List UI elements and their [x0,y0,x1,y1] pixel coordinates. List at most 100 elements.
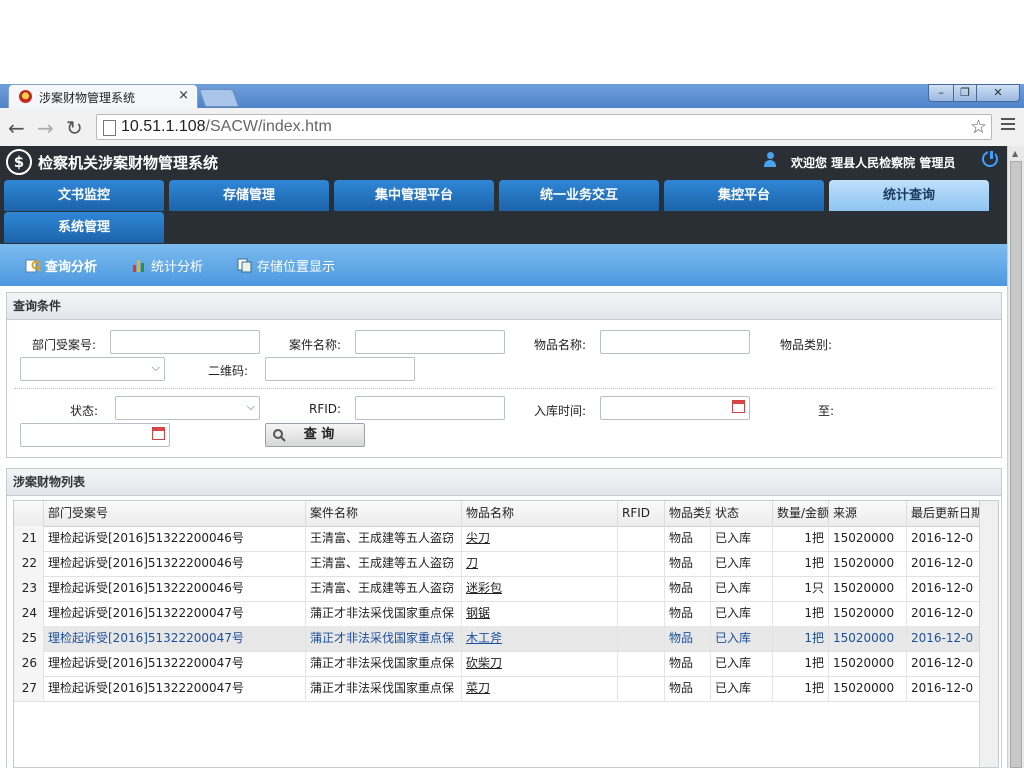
menu-tab-central-platform[interactable]: 集中管理平台 [334,180,494,211]
table-row[interactable]: 21 理检起诉受[2016]51322200046号 王清富、王成建等五人盗窃 … [14,526,980,552]
rfid-cell [618,601,665,626]
table-row[interactable]: 26 理检起诉受[2016]51322200047号 蒲正才非法采伐国家重点保 … [14,651,980,677]
column-header-source[interactable]: 来源 [829,501,907,526]
menu-tab-central-control[interactable]: 集控平台 [664,180,824,211]
forward-arrow-icon[interactable]: → [37,116,54,140]
browser-tab[interactable]: 涉案财物管理系统 × [8,84,198,108]
row-number: 23 [14,576,44,601]
rfid-cell [618,626,665,651]
quantity-cell: 1把 [773,676,829,701]
status-cell: 已入库 [711,551,773,576]
scrollbar-thumb[interactable] [1010,161,1022,768]
back-arrow-icon[interactable]: ← [8,116,25,140]
item-name-link[interactable]: 尖刀 [462,526,618,551]
case-name-cell: 王清富、王成建等五人盗窃 [306,526,462,551]
rfid-cell [618,526,665,551]
menu-tab-statistics-query[interactable]: 统计查询 [829,180,989,211]
column-header-item-type[interactable]: 物品类别 [665,501,711,526]
list-panel-title: 涉案财物列表 [7,469,1001,496]
status-cell: 已入库 [711,601,773,626]
item-type-select[interactable]: ⌵ [20,357,165,381]
row-number: 27 [14,676,44,701]
status-select[interactable]: ⌵ [115,396,260,420]
column-header-last-updated[interactable]: 最后更新日期 [907,501,980,526]
address-url: 10.51.1.108/SACW/index.htm [121,118,332,135]
item-name-link[interactable]: 砍柴刀 [462,651,618,676]
row-number-header [14,501,44,526]
calendar-icon[interactable] [152,427,165,440]
quantity-cell: 1把 [773,551,829,576]
bookmark-star-icon[interactable]: ☆ [970,116,987,138]
case-name-input[interactable] [355,330,505,354]
case-name-cell: 蒲正才非法采伐国家重点保 [306,676,462,701]
column-header-rfid[interactable]: RFID [618,501,665,526]
close-window-button[interactable]: ✕ [976,84,1020,102]
source-cell: 15020000 [829,626,907,651]
item-type-cell: 物品 [665,651,711,676]
item-name-link[interactable]: 钢锯 [462,601,618,626]
table-row[interactable]: 23 理检起诉受[2016]51322200046号 王清富、王成建等五人盗窃 … [14,576,980,602]
table-row[interactable]: 22 理检起诉受[2016]51322200046号 王清富、王成建等五人盗窃 … [14,551,980,577]
minimize-window-button[interactable]: – [928,84,954,102]
table-row-selected[interactable]: 25 理检起诉受[2016]51322200047号 蒲正才非法采伐国家重点保 … [14,626,980,652]
column-header-quantity[interactable]: 数量/金额 [773,501,829,526]
query-panel-title: 查询条件 [7,293,1001,320]
case-no-cell: 理检起诉受[2016]51322200046号 [44,576,306,601]
to-label: 至: [818,404,835,418]
status-cell: 已入库 [711,526,773,551]
in-time-end-input[interactable] [20,423,170,447]
item-name-link[interactable]: 木工斧 [462,626,618,651]
item-name-link[interactable]: 迷彩包 [462,576,618,601]
item-name-link[interactable]: 刀 [462,551,618,576]
browser-tab-strip: 涉案财物管理系统 × – ❐ ✕ [0,84,1024,108]
logout-power-icon[interactable] [982,149,998,167]
item-name-input[interactable] [600,330,750,354]
new-tab-button[interactable] [198,89,240,107]
case-no-cell: 理检起诉受[2016]51322200047号 [44,626,306,651]
case-no-cell: 理检起诉受[2016]51322200046号 [44,551,306,576]
item-type-cell: 物品 [665,601,711,626]
column-header-case-no[interactable]: 部门受案号 [44,501,306,526]
rfid-label: RFID: [309,402,342,416]
menu-tab-storage-management[interactable]: 存储管理 [169,180,329,211]
subnav-storage-location[interactable]: 存储位置显示 [237,256,335,275]
item-name-link[interactable]: 菜刀 [462,676,618,701]
table-scrollbar[interactable] [979,501,998,767]
case-no-cell: 理检起诉受[2016]51322200047号 [44,601,306,626]
table-row[interactable]: 24 理检起诉受[2016]51322200047号 蒲正才非法采伐国家重点保 … [14,601,980,627]
column-header-case-name[interactable]: 案件名称 [306,501,462,526]
subnav-query-analysis[interactable]: 查询分析 [25,256,97,275]
qrcode-input[interactable] [265,357,415,381]
case-name-cell: 王清富、王成建等五人盗窃 [306,576,462,601]
source-cell: 15020000 [829,526,907,551]
main-menu: 文书监控 存储管理 集中管理平台 统一业务交互 集控平台 统计查询 系统管理 [0,178,1008,244]
scroll-up-arrow-icon[interactable]: ▲ [1012,149,1018,158]
rfid-input[interactable] [355,396,505,420]
site-emblem-icon [19,90,32,103]
rfid-cell [618,551,665,576]
table-row[interactable]: 27 理检起诉受[2016]51322200047号 蒲正才非法采伐国家重点保 … [14,676,980,702]
item-type-cell: 物品 [665,626,711,651]
browser-menu-icon[interactable] [1001,118,1015,133]
calendar-icon[interactable] [732,400,745,413]
subnav-statistics-analysis[interactable]: 统计分析 [131,256,203,275]
menu-tab-system-management[interactable]: 系统管理 [4,212,164,243]
case-name-cell: 蒲正才非法采伐国家重点保 [306,651,462,676]
column-header-item-name[interactable]: 物品名称 [462,501,618,526]
address-bar[interactable]: 10.51.1.108/SACW/index.htm ☆ [96,114,992,140]
app-header: $ 检察机关涉案财物管理系统 欢迎您 理县人民检察院 管理员 [0,146,1008,178]
close-tab-icon[interactable]: × [178,88,189,103]
reload-icon[interactable]: ↻ [66,116,83,140]
in-time-start-input[interactable] [600,396,750,420]
menu-tab-business-interaction[interactable]: 统一业务交互 [499,180,659,211]
menu-tab-document-monitor[interactable]: 文书监控 [4,180,164,211]
case-no-input[interactable] [110,330,260,354]
column-header-status[interactable]: 状态 [711,501,773,526]
query-button[interactable]: 查 询 [265,423,365,447]
maximize-window-button[interactable]: ❐ [953,84,977,102]
last-updated-cell: 2016-12-0 [907,651,980,676]
page-scrollbar[interactable]: ▲ [1007,146,1024,768]
rfid-cell [618,576,665,601]
last-updated-cell: 2016-12-0 [907,551,980,576]
quantity-cell: 1把 [773,651,829,676]
